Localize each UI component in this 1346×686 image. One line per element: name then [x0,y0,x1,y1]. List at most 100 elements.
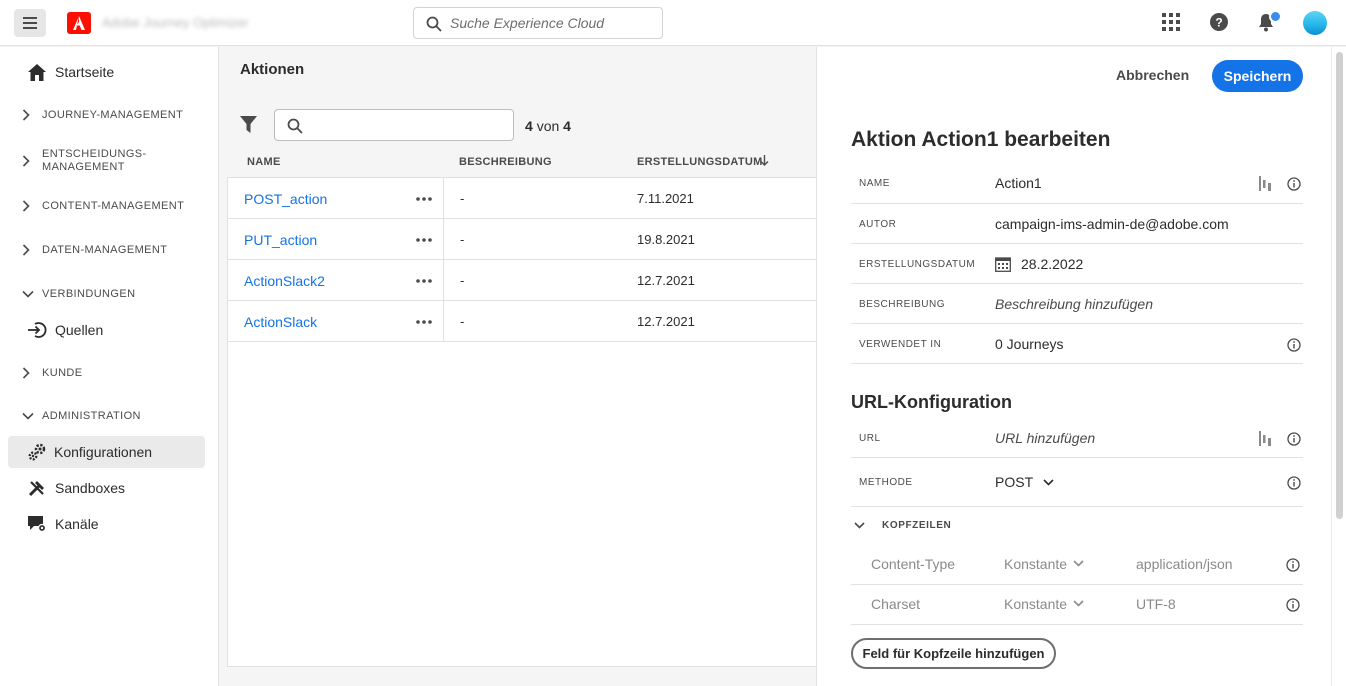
chevron-down-icon[interactable] [854,522,865,529]
field-label: VERWENDET IN [859,339,942,350]
sidebar-item-channels[interactable]: Kanäle [0,513,219,535]
calendar-icon [995,257,1011,272]
url-input[interactable]: URL hinzufügen [995,430,1095,446]
user-avatar[interactable] [1303,11,1327,35]
scrollbar-thumb[interactable] [1336,52,1343,519]
data-source-icon[interactable] [1259,431,1272,446]
edit-action-panel: Abbrechen Speichern Aktion Action1 bearb… [816,47,1346,686]
action-description: - [460,191,465,206]
header-value[interactable]: UTF-8 [1136,596,1176,612]
table-row[interactable]: PUT_action - 19.8.2021 [228,219,818,260]
used-in-value: 0 Journeys [995,336,1064,352]
apps-grid-icon[interactable] [1162,13,1180,31]
sandbox-tools-icon [28,481,44,497]
action-name-link[interactable]: ActionSlack [244,314,317,330]
sidebar: Startseite JOURNEY-MANAGEMENT ENTSCHEIDU… [0,47,219,686]
name-input[interactable]: Action1 [995,175,1042,191]
panel-title: Aktion Action1 bearbeiten [851,128,1111,151]
description-input[interactable]: Beschreibung hinzufügen [995,296,1153,312]
info-icon[interactable] [1286,598,1300,612]
column-header-description[interactable]: BESCHREIBUNG [459,156,552,168]
sidebar-item-sandboxes[interactable]: Sandboxes [0,477,219,499]
field-created: ERSTELLUNGSDATUM 28.2.2022 [851,244,1303,284]
header-type-select[interactable]: Konstante [1004,556,1067,572]
header-name[interactable]: Charset [871,596,920,612]
sidebar-section-connections[interactable]: VERBINDUNGEN [0,286,219,302]
header-row: Charset Konstante UTF-8 [851,585,1303,625]
action-name-link[interactable]: PUT_action [244,232,317,248]
sidebar-item-configurations[interactable]: Konfigurationen [8,436,205,468]
header-value[interactable]: application/json [1136,556,1233,572]
chevron-right-icon [22,200,30,212]
field-method: METHODE POST [851,458,1303,507]
table-row[interactable]: ActionSlack2 - 12.7.2021 [228,260,818,301]
info-icon[interactable] [1286,558,1300,572]
add-header-button[interactable]: Feld für Kopfzeile hinzufügen [851,638,1056,669]
sidebar-section-customer[interactable]: KUNDE [0,365,219,381]
more-actions-icon[interactable] [416,238,432,242]
sources-icon [28,322,47,338]
action-description: - [460,273,465,288]
chevron-down-icon[interactable] [1043,479,1054,486]
field-label: ERSTELLUNGSDATUM [859,259,976,270]
sidebar-section-journey[interactable]: JOURNEY-MANAGEMENT [0,107,219,123]
gears-icon [28,443,46,461]
save-button[interactable]: Speichern [1212,60,1303,92]
author-value: campaign-ims-admin-de@adobe.com [995,216,1229,232]
hamburger-icon [23,17,37,29]
sidebar-section-admin[interactable]: ADMINISTRATION [0,408,219,424]
chevron-right-icon [22,109,30,121]
field-description: BESCHREIBUNG Beschreibung hinzufügen [851,284,1303,324]
sidebar-item-home[interactable]: Startseite [0,61,219,83]
header-name[interactable]: Content-Type [871,556,955,572]
field-label: URL [859,433,881,444]
chevron-right-icon [22,244,30,256]
svg-text:?: ? [1215,16,1222,30]
action-name-link[interactable]: ActionSlack2 [244,273,325,289]
headers-section-title[interactable]: KOPFZEILEN [882,520,951,531]
sidebar-section-content[interactable]: CONTENT-MANAGEMENT [0,198,219,214]
action-name-link[interactable]: POST_action [244,191,327,207]
list-search-input[interactable] [274,109,514,141]
panel-scrollbar[interactable] [1331,47,1346,686]
info-icon[interactable] [1287,432,1301,446]
header-type-select[interactable]: Konstante [1004,596,1067,612]
table-row[interactable]: ActionSlack - 12.7.2021 [228,301,818,342]
sidebar-section-data[interactable]: DATEN-MANAGEMENT [0,242,219,258]
more-actions-icon[interactable] [416,197,432,201]
chevron-down-icon [22,290,34,298]
more-actions-icon[interactable] [416,279,432,283]
method-select[interactable]: POST [995,474,1033,490]
column-header-name[interactable]: NAME [247,156,281,168]
field-label: BESCHREIBUNG [859,299,946,310]
menu-button[interactable] [14,9,46,37]
action-created-date: 19.8.2021 [637,232,695,247]
field-label: METHODE [859,477,913,488]
info-icon[interactable] [1287,338,1301,352]
adobe-logo[interactable] [67,12,91,34]
header-row: Content-Type Konstante application/json [851,545,1303,585]
sidebar-item-sources[interactable]: Quellen [0,319,219,341]
page-title: Aktionen [240,61,305,78]
info-icon[interactable] [1287,476,1301,490]
field-name: NAME Action1 [851,163,1303,204]
table-row[interactable]: POST_action - 7.11.2021 [228,178,818,219]
info-icon[interactable] [1287,177,1301,191]
action-created-date: 7.11.2021 [637,191,694,206]
data-source-icon[interactable] [1259,176,1272,191]
search-icon [426,16,442,32]
more-actions-icon[interactable] [416,320,432,324]
column-header-created[interactable]: ERSTELLUNGSDATUM [637,156,763,168]
cancel-button[interactable]: Abbrechen [1116,67,1189,83]
channels-icon [28,516,47,533]
field-author: AUTOR campaign-ims-admin-de@adobe.com [851,204,1303,244]
global-search[interactable]: Suche Experience Cloud [413,7,663,39]
sidebar-section-decision[interactable]: ENTSCHEIDUNGS- MANAGEMENT [0,147,219,175]
top-bar: Adobe Journey Optimizer Suche Experience… [0,0,1346,46]
help-icon[interactable]: ? [1210,13,1228,31]
chevron-down-icon[interactable] [1073,600,1084,607]
chevron-down-icon[interactable] [1073,560,1084,567]
field-url: URL URL hinzufügen [851,418,1303,458]
sort-descending-icon[interactable] [760,155,769,166]
filter-icon[interactable] [240,116,257,133]
